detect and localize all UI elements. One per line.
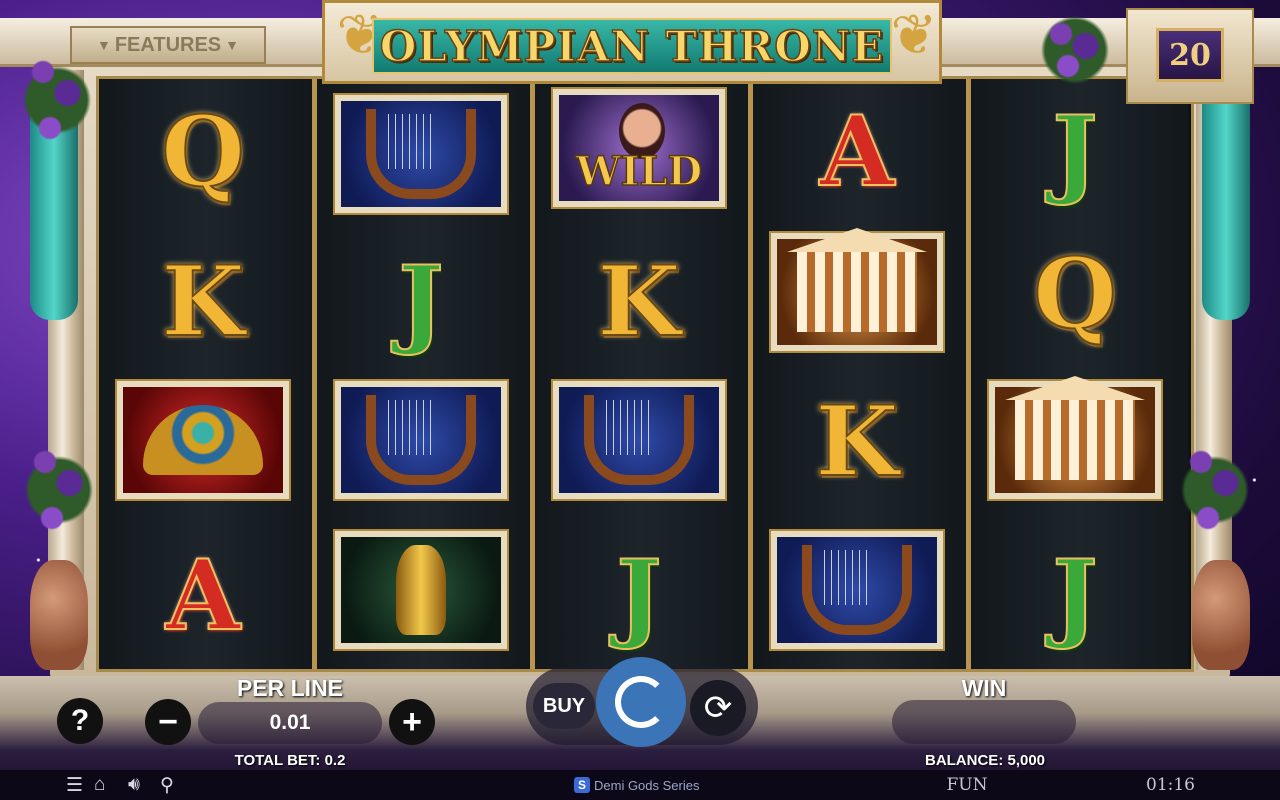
help-button[interactable]: ?	[57, 698, 103, 744]
crown-icon	[143, 405, 263, 475]
symbol-k: K	[596, 245, 681, 358]
series-brand: S Demi Gods Series	[574, 777, 699, 793]
reel-1: Q K A	[99, 79, 317, 669]
temple-icon	[787, 228, 927, 332]
lyre-icon	[802, 545, 912, 635]
left-vase	[30, 560, 88, 670]
flower-vine-icon	[1180, 420, 1250, 560]
chevron-down-icon: ▼	[96, 37, 111, 53]
lyre-icon	[584, 395, 694, 485]
home-icon[interactable]: ⌂	[94, 774, 105, 796]
right-vase	[1192, 560, 1250, 670]
right-drape	[1202, 100, 1250, 320]
symbol-q: Q	[160, 95, 246, 208]
symbol-lyre	[759, 527, 955, 653]
symbol-wild: WILD	[541, 85, 737, 211]
win-label: WIN	[961, 675, 1007, 701]
wild-label: WILD	[575, 147, 703, 196]
symbol-crown	[105, 377, 301, 503]
reel-5: J Q J	[971, 79, 1189, 669]
turbo-icon[interactable]: ⚲	[160, 774, 174, 797]
autoplay-icon: ⟳	[703, 689, 733, 727]
features-label: FEATURES	[114, 33, 222, 56]
autoplay-button[interactable]: ⟳	[690, 680, 746, 736]
series-logo-icon: S	[574, 777, 590, 793]
symbol-lyre	[323, 377, 519, 503]
flower-vine-icon	[24, 420, 94, 560]
paylines-count: 20	[1156, 28, 1224, 82]
symbol-k: K	[814, 385, 899, 498]
sound-icon[interactable]: 🔊︎	[128, 774, 140, 796]
game-title: OLYMPIAN THRONE	[379, 21, 885, 72]
game-title-banner: OLYMPIAN THRONE	[372, 18, 892, 74]
reel-4: A K	[753, 79, 971, 669]
buy-feature-button[interactable]: BUY	[533, 683, 595, 729]
symbol-j: J	[1051, 95, 1098, 208]
menu-icon[interactable]: ☰	[66, 774, 83, 797]
symbol-k: K	[160, 245, 245, 358]
temple-icon	[1005, 376, 1145, 480]
symbol-j: J	[1051, 539, 1098, 652]
symbol-j: J	[615, 539, 662, 652]
total-bet: TOTAL BET: 0.2	[234, 752, 346, 769]
symbol-lyre	[323, 91, 519, 217]
symbol-j: J	[397, 245, 444, 358]
lyre-icon	[366, 395, 476, 485]
spin-button[interactable]	[596, 657, 686, 747]
series-name: Demi Gods Series	[594, 777, 700, 793]
symbol-a: A	[165, 539, 241, 652]
per-line-value: 0.01	[198, 702, 382, 744]
laurel-icon: ❦	[890, 3, 938, 66]
increase-bet-button[interactable]: +	[389, 699, 435, 745]
balance: BALANCE: 5,000	[924, 752, 1046, 769]
win-value	[892, 700, 1076, 744]
reel-3: WILD K J	[535, 79, 753, 669]
symbol-a: A	[819, 95, 895, 208]
reel-2: J	[317, 79, 535, 669]
clock: 01:16	[1146, 775, 1195, 795]
symbol-temple	[759, 228, 955, 355]
features-button[interactable]: ▼ FEATURES ▼	[70, 26, 266, 64]
spin-icon	[615, 676, 667, 728]
symbol-vase	[323, 527, 519, 653]
lyre-icon	[366, 109, 476, 199]
symbol-lyre	[541, 377, 737, 503]
symbol-temple	[977, 376, 1173, 503]
reel-grid: Q K A J WILD K J A K J Q J	[96, 76, 1194, 672]
symbol-q: Q	[1032, 237, 1118, 350]
decrease-bet-button[interactable]: −	[145, 699, 191, 745]
play-mode: FUN	[946, 775, 988, 795]
per-line-label: PER LINE	[236, 675, 344, 701]
golden-vase-icon	[396, 545, 446, 635]
flower-vine-icon	[1040, 10, 1110, 90]
chevron-down-icon: ▼	[225, 37, 240, 53]
